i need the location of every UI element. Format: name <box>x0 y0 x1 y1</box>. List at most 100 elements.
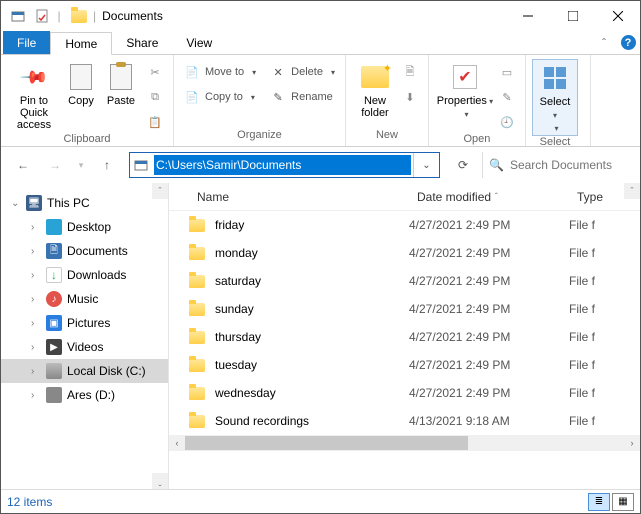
open-button[interactable]: ▭ <box>495 61 519 83</box>
file-date: 4/27/2021 2:49 PM <box>409 386 569 400</box>
hscroll-thumb[interactable] <box>185 436 468 450</box>
folder-icon <box>189 331 205 344</box>
disk-icon <box>46 363 62 379</box>
recent-locations-button[interactable]: ▾ <box>73 151 89 179</box>
collapse-ribbon-icon[interactable]: ˆ <box>592 31 616 54</box>
back-button[interactable]: ← <box>9 151 37 179</box>
file-date: 4/27/2021 2:49 PM <box>409 274 569 288</box>
file-date: 4/27/2021 2:49 PM <box>409 246 569 260</box>
tree-scroll-down[interactable]: ˬ <box>152 473 168 489</box>
maximize-button[interactable] <box>550 2 595 31</box>
properties-button[interactable]: ✔ Properties <box>435 59 495 119</box>
file-row[interactable]: monday4/27/2021 2:49 PMFile f <box>169 239 640 267</box>
hscroll-left[interactable]: ‹ <box>169 438 185 448</box>
tree-downloads[interactable]: ›↓Downloads <box>1 263 168 287</box>
tree-this-pc[interactable]: ⌄🖥This PC <box>1 191 168 215</box>
ribbon-tabs: File Home Share View ˆ ? <box>1 31 640 55</box>
move-to-button[interactable]: 📄Move to <box>180 61 260 83</box>
file-row[interactable]: Sound recordings4/13/2021 9:18 AMFile f <box>169 407 640 435</box>
select-button[interactable]: Select <box>532 59 578 136</box>
tree-local-disk[interactable]: ›Local Disk (C:) <box>1 359 168 383</box>
group-label-clipboard: Clipboard <box>7 133 167 145</box>
tree-videos[interactable]: ›▶Videos <box>1 335 168 359</box>
rename-icon: ✎ <box>270 91 286 104</box>
column-headers[interactable]: Name Date modifiedˆ Type <box>169 183 640 211</box>
tree-documents[interactable]: ›🗎Documents <box>1 239 168 263</box>
file-type: File f <box>569 386 640 400</box>
copy-path-icon: ⧉ <box>147 91 163 104</box>
main-area: ˆ ⌄🖥This PC ›Desktop ›🗎Documents ›↓Downl… <box>1 183 640 489</box>
tree-desktop[interactable]: ›Desktop <box>1 215 168 239</box>
easy-access-icon: ⬇ <box>402 91 418 104</box>
copy-to-button[interactable]: 📄Copy to <box>180 86 260 108</box>
copy-button[interactable]: Copy <box>61 59 101 107</box>
file-row[interactable]: sunday4/27/2021 2:49 PMFile f <box>169 295 640 323</box>
group-label-new: New <box>352 129 422 144</box>
tab-file[interactable]: File <box>3 31 50 54</box>
qat-properties-icon[interactable] <box>31 5 53 27</box>
file-type: File f <box>569 274 640 288</box>
file-scroll-up[interactable]: ˆ <box>624 183 640 199</box>
file-name: Sound recordings <box>215 414 309 428</box>
tree-ares[interactable]: ›Ares (D:) <box>1 383 168 407</box>
navigation-tree[interactable]: ˆ ⌄🖥This PC ›Desktop ›🗎Documents ›↓Downl… <box>1 183 169 489</box>
view-large-icons-button[interactable]: ▦ <box>612 493 634 511</box>
pc-icon: 🖥 <box>26 195 42 211</box>
history-icon: 🕘 <box>499 116 515 129</box>
address-dropdown[interactable]: ⌄ <box>413 153 439 177</box>
cut-button[interactable]: ✂ <box>143 61 167 83</box>
delete-button[interactable]: ✕Delete <box>266 61 339 83</box>
folder-icon <box>71 10 87 23</box>
tab-share[interactable]: Share <box>112 31 172 54</box>
hscroll-right[interactable]: › <box>624 438 640 448</box>
file-list-area: ˆ Name Date modifiedˆ Type friday4/27/20… <box>169 183 640 489</box>
horizontal-scrollbar[interactable]: ‹ › <box>169 435 640 451</box>
address-input[interactable] <box>154 155 411 175</box>
paste-button[interactable]: Paste <box>101 59 141 107</box>
new-item-button[interactable]: 🗎 <box>398 61 422 83</box>
new-folder-button[interactable]: New folder <box>352 59 398 119</box>
sort-indicator-icon: ˆ <box>495 192 498 201</box>
tab-view[interactable]: View <box>172 31 226 54</box>
properties-icon: ✔ <box>453 65 477 89</box>
folder-icon <box>189 387 205 400</box>
pin-icon: 📌 <box>19 62 50 93</box>
open-icon: ▭ <box>499 66 515 79</box>
qat-app-icon[interactable] <box>7 5 29 27</box>
copy-path-button[interactable]: ⧉ <box>143 86 167 108</box>
col-date[interactable]: Date modifiedˆ <box>409 190 569 204</box>
up-button[interactable]: ↑ <box>93 151 121 179</box>
group-label-open: Open <box>435 133 519 145</box>
history-button[interactable]: 🕘 <box>495 111 519 133</box>
folder-icon <box>189 219 205 232</box>
rename-button[interactable]: ✎Rename <box>266 86 339 108</box>
move-to-icon: 📄 <box>184 66 200 79</box>
close-button[interactable] <box>595 2 640 31</box>
file-name: saturday <box>215 274 261 288</box>
pin-to-quick-access-button[interactable]: 📌 Pin to Quick access <box>7 59 61 131</box>
search-input[interactable] <box>510 158 626 172</box>
tab-home[interactable]: Home <box>50 32 112 55</box>
status-bar: 12 items ≣ ▦ <box>1 489 640 513</box>
minimize-button[interactable] <box>505 2 550 31</box>
forward-button[interactable]: → <box>41 151 69 179</box>
address-bar[interactable]: ⌄ <box>129 152 440 178</box>
tree-music[interactable]: ›♪Music <box>1 287 168 311</box>
tree-pictures[interactable]: ›▣Pictures <box>1 311 168 335</box>
refresh-button[interactable]: ⟳ <box>448 152 478 178</box>
search-box[interactable]: 🔍 <box>482 152 632 178</box>
tree-scroll-up[interactable]: ˆ <box>152 183 168 199</box>
edit-button[interactable]: ✎ <box>495 86 519 108</box>
file-row[interactable]: wednesday4/27/2021 2:49 PMFile f <box>169 379 640 407</box>
easy-access-button[interactable]: ⬇ <box>398 86 422 108</box>
paste-shortcut-button[interactable]: 📋 <box>143 111 167 133</box>
file-row[interactable]: friday4/27/2021 2:49 PMFile f <box>169 211 640 239</box>
new-item-icon: 🗎 <box>402 63 418 82</box>
file-row[interactable]: tuesday4/27/2021 2:49 PMFile f <box>169 351 640 379</box>
file-row[interactable]: saturday 4/27/2021 2:49 PMFile f <box>169 267 640 295</box>
col-name[interactable]: Name <box>169 190 409 204</box>
file-row[interactable]: thursday4/27/2021 2:49 PMFile f <box>169 323 640 351</box>
view-details-button[interactable]: ≣ <box>588 493 610 511</box>
help-button[interactable]: ? <box>616 31 640 54</box>
address-icon <box>130 158 152 172</box>
